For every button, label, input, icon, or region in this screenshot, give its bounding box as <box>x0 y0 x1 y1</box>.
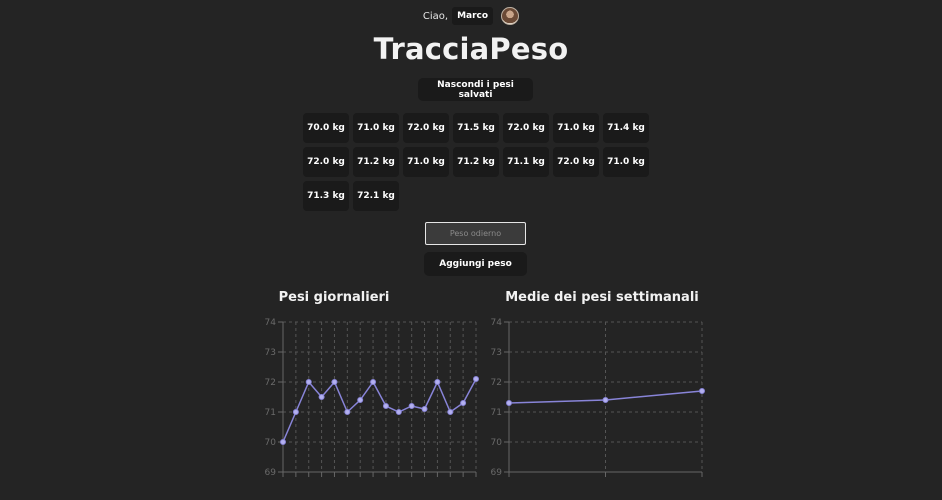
saved-weight-item[interactable]: 71.0 kg <box>353 113 399 143</box>
saved-weight-item[interactable]: 71.3 kg <box>303 181 349 211</box>
data-point <box>506 400 512 406</box>
data-point <box>699 388 705 394</box>
y-tick-label: 72 <box>265 378 276 388</box>
saved-weight-item[interactable]: 71.2 kg <box>453 147 499 177</box>
data-point <box>382 403 389 409</box>
data-point <box>395 409 402 415</box>
saved-weights-list: 70.0 kg 71.0 kg 72.0 kg 71.5 kg 72.0 kg 71.0 … <box>303 113 653 211</box>
weekly-averages-chart: 69 70 71 72 73 74 <box>491 318 705 478</box>
user-greeting: Ciao, Marco <box>0 6 942 26</box>
data-point <box>473 376 479 382</box>
y-tick-label: 73 <box>265 348 276 358</box>
y-tick-label: 71 <box>265 408 276 418</box>
saved-weight-item[interactable]: 71.4 kg <box>603 113 649 143</box>
y-tick-label: 74 <box>265 318 277 328</box>
data-point <box>447 409 454 415</box>
page-title: TracciaPeso <box>373 32 569 66</box>
y-tick-label: 69 <box>265 468 277 478</box>
y-tick-label: 72 <box>491 378 502 388</box>
greeting-text: Ciao, <box>422 10 449 22</box>
daily-chart-title: Pesi giornalieri <box>278 290 390 305</box>
saved-weight-item[interactable]: 71.0 kg <box>603 147 649 177</box>
weekly-chart-title: Medie dei pesi settimanali <box>505 290 699 305</box>
saved-weight-item[interactable]: 72.0 kg <box>503 113 549 143</box>
avatar-icon[interactable] <box>501 7 520 25</box>
y-tick-label: 71 <box>491 408 502 418</box>
data-point <box>408 403 415 409</box>
data-point <box>434 379 441 385</box>
add-weight-button[interactable]: Aggiungi peso <box>424 252 527 276</box>
saved-weight-item[interactable]: 71.5 kg <box>453 113 499 143</box>
y-tick-label: 70 <box>491 438 503 448</box>
y-tick-label: 69 <box>491 468 503 478</box>
y-tick-label: 73 <box>491 348 502 358</box>
saved-weight-item[interactable]: 70.0 kg <box>303 113 349 143</box>
data-point <box>602 397 609 403</box>
saved-weight-item[interactable]: 71.2 kg <box>353 147 399 177</box>
saved-weight-item[interactable]: 72.0 kg <box>403 113 449 143</box>
weight-input[interactable] <box>425 222 526 245</box>
data-point <box>331 379 338 385</box>
data-point <box>280 439 286 445</box>
saved-weight-item[interactable]: 72.0 kg <box>553 147 599 177</box>
y-tick-label: 74 <box>491 318 503 328</box>
series-line <box>282 378 477 443</box>
data-point <box>305 379 312 385</box>
data-point <box>292 409 299 415</box>
y-tick-label: 70 <box>265 438 277 448</box>
saved-weight-item[interactable]: 72.1 kg <box>353 181 399 211</box>
data-point <box>370 379 377 385</box>
data-point <box>318 394 325 400</box>
username-button[interactable]: Marco <box>452 7 494 25</box>
saved-weight-item[interactable]: 71.0 kg <box>403 147 449 177</box>
daily-weights-chart: 69 70 71 72 73 74 <box>265 318 479 478</box>
data-point <box>344 409 351 415</box>
data-point <box>421 406 428 412</box>
saved-weight-item[interactable]: 72.0 kg <box>303 147 349 177</box>
toggle-saved-weights-button[interactable]: Nascondi i pesi salvati <box>418 78 533 101</box>
saved-weight-item[interactable]: 71.0 kg <box>553 113 599 143</box>
data-point <box>460 400 467 406</box>
data-point <box>357 397 364 403</box>
saved-weight-item[interactable]: 71.1 kg <box>503 147 549 177</box>
app-page: Ciao, Marco TracciaPeso Nascondi i pesi … <box>0 0 942 500</box>
